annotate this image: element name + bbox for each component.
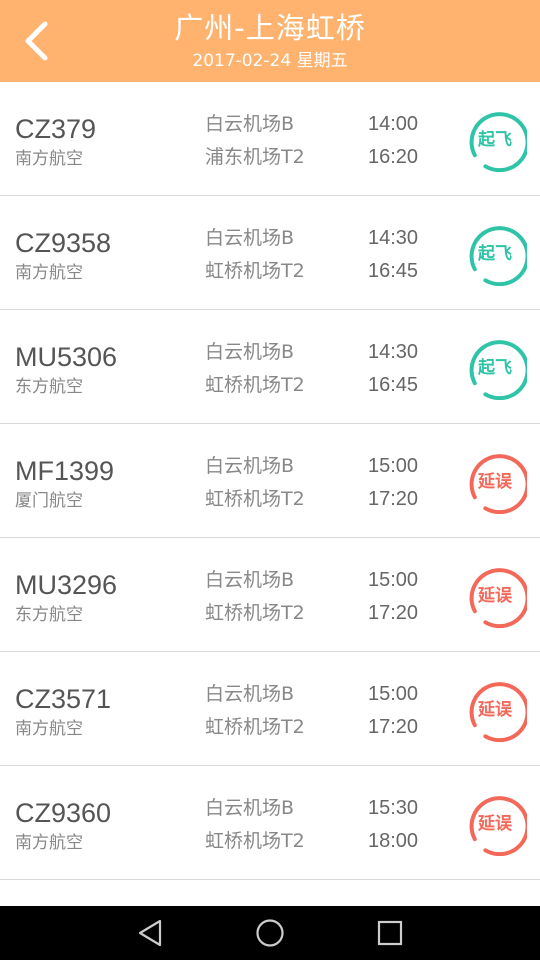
arrival-time: 16:45 [368,260,419,282]
arrival-airport: 虹桥机场T2 [205,602,305,624]
airline-name: 东方航空 [15,377,83,397]
departure-airport: 白云机场B [205,683,295,705]
airline-name: 南方航空 [15,263,83,283]
departure-time: 15:00 [368,569,419,591]
status-label: 延误 [478,586,512,606]
status-badge: 起飞 [463,222,527,286]
flight-row[interactable]: CZ379 南方航空 白云机场B 浦东机场T2 14:00 16:20 起飞 [0,82,540,196]
arrival-airport: 浦东机场T2 [205,146,305,168]
arrival-airport: 虹桥机场T2 [205,488,305,510]
flight-row[interactable]: MF1399 厦门航空 白云机场B 虹桥机场T2 15:00 17:20 延误 [0,424,540,538]
status-label: 延误 [478,814,512,834]
status-label: 起飞 [478,244,512,264]
departure-time: 15:00 [368,455,419,477]
flight-number: MF1399 [15,456,115,486]
departure-time: 14:30 [368,227,419,249]
arrival-airport: 虹桥机场T2 [205,374,305,396]
departure-airport: 白云机场B [205,569,295,591]
departure-airport: 白云机场B [205,455,295,477]
status-badge: 延误 [463,564,527,628]
nav-recent-apps-button[interactable] [374,917,406,949]
arrival-time: 16:20 [368,146,419,168]
flight-number: MU5306 [15,342,118,372]
departure-time: 14:30 [368,341,419,363]
app-header: 广州-上海虹桥 2017-02-24 星期五 [0,0,540,82]
departure-time: 15:30 [368,797,419,819]
system-nav-bar [0,906,540,960]
flight-number: MU3296 [15,570,118,600]
departure-time: 14:00 [368,113,419,135]
circle-home-icon [256,919,284,947]
departure-airport: 白云机场B [205,227,295,249]
status-label: 起飞 [478,358,512,378]
flight-row[interactable]: CZ9358 南方航空 白云机场B 虹桥机场T2 14:30 16:45 起飞 [0,196,540,310]
status-badge: 起飞 [463,336,527,400]
arrival-time: 18:00 [368,830,419,852]
airline-name: 南方航空 [15,719,83,739]
page-subtitle-date: 2017-02-24 星期五 [192,51,348,71]
airline-name: 东方航空 [15,605,83,625]
status-badge: 起飞 [463,108,527,172]
flight-number: CZ9358 [15,228,112,258]
arrival-airport: 虹桥机场T2 [205,716,305,738]
status-badge: 延误 [463,792,527,856]
departure-airport: 白云机场B [205,341,295,363]
arrival-time: 16:45 [368,374,419,396]
status-label: 起飞 [478,130,512,150]
arrival-time: 17:20 [368,488,419,510]
arrival-airport: 虹桥机场T2 [205,830,305,852]
status-label: 延误 [478,472,512,492]
airline-name: 厦门航空 [15,491,83,511]
arrival-airport: 虹桥机场T2 [205,260,305,282]
square-recent-apps-icon [377,920,403,946]
flight-list: CZ379 南方航空 白云机场B 浦东机场T2 14:00 16:20 起飞 CZ9358 南方… [0,82,540,906]
nav-home-button[interactable] [254,917,286,949]
airline-name: 南方航空 [15,149,83,169]
status-badge: 延误 [463,450,527,514]
status-label: 延误 [478,700,512,720]
triangle-back-icon [138,919,162,947]
airline-name: 南方航空 [15,833,83,853]
flight-number: CZ3571 [15,684,112,714]
departure-airport: 白云机场B [205,797,295,819]
page-title: 广州-上海虹桥 [174,11,366,45]
flight-row[interactable]: CZ3571 南方航空 白云机场B 虹桥机场T2 15:00 17:20 延误 [0,652,540,766]
arrival-time: 17:20 [368,602,419,624]
flight-row[interactable]: CZ9360 南方航空 白云机场B 虹桥机场T2 15:30 18:00 延误 [0,766,540,880]
nav-back-button[interactable] [134,917,166,949]
flight-number: CZ9360 [15,798,112,828]
departure-time: 15:00 [368,683,419,705]
departure-airport: 白云机场B [205,113,295,135]
flight-row[interactable]: MU5306 东方航空 白云机场B 虹桥机场T2 14:30 16:45 起飞 [0,310,540,424]
flight-number: CZ379 [15,114,97,144]
status-badge: 延误 [463,678,527,742]
arrival-time: 17:20 [368,716,419,738]
flight-row[interactable]: MU3296 东方航空 白云机场B 虹桥机场T2 15:00 17:20 延误 [0,538,540,652]
